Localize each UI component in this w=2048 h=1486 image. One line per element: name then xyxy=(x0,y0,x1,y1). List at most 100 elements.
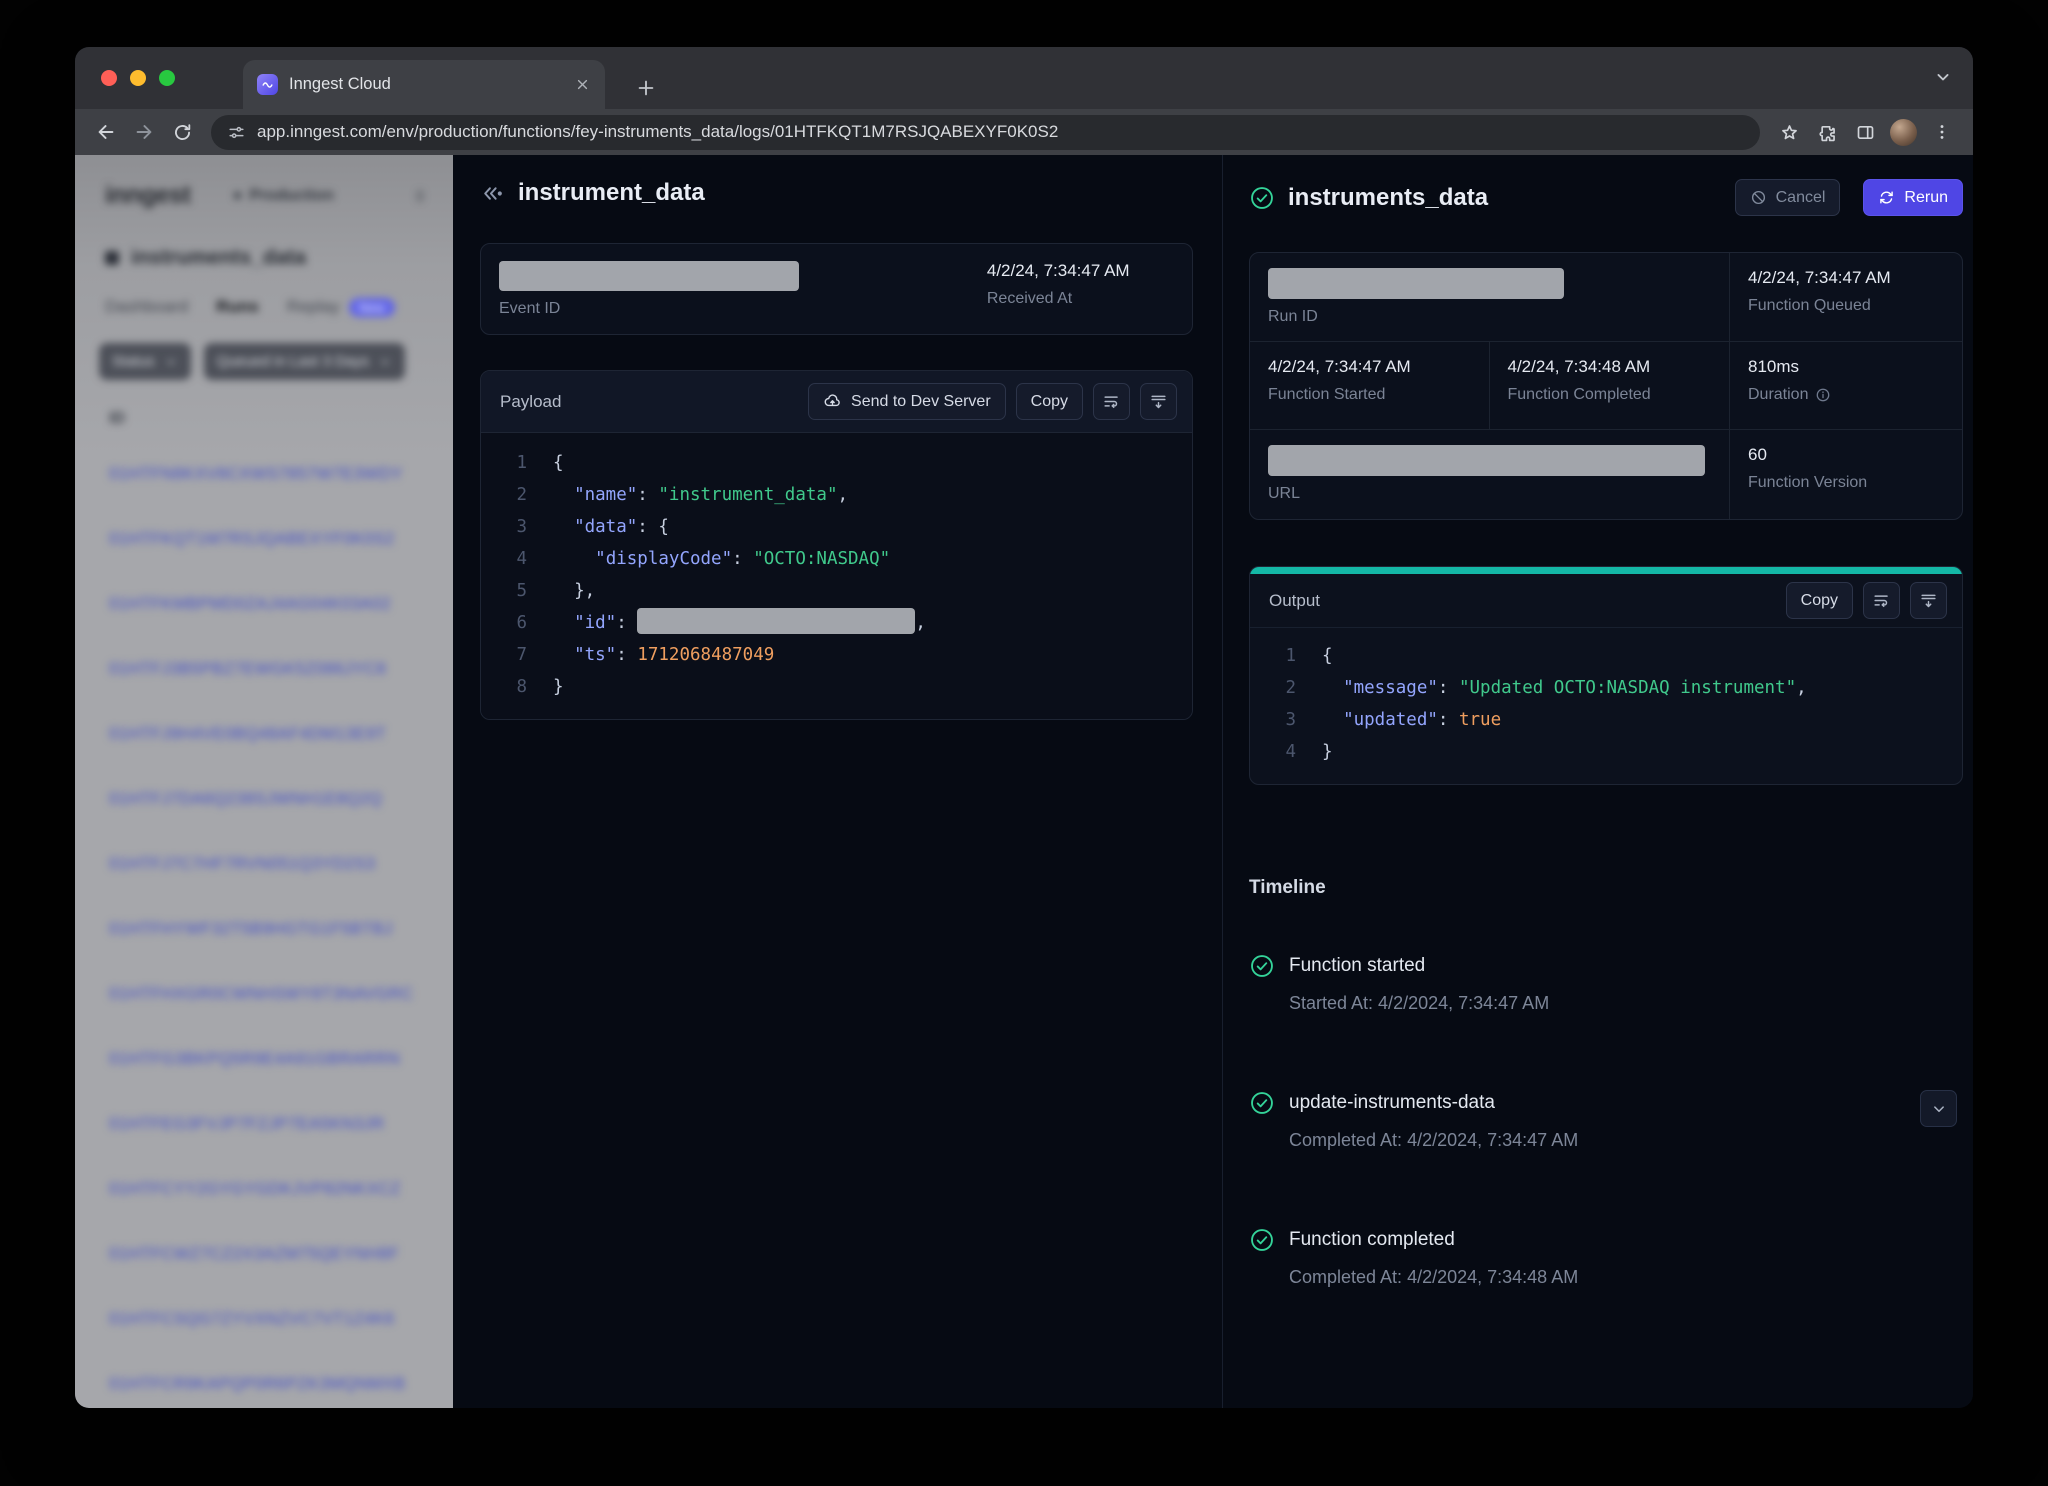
function-icon xyxy=(105,251,119,265)
updown-caret-icon[interactable] xyxy=(411,187,429,205)
inngest-app: inngest Production instruments_data xyxy=(75,155,1973,1408)
run-id-text: 01HTFCWZ7CZ2X3AZM75QEYNH8F xyxy=(109,1245,399,1264)
wrap-lines-button[interactable] xyxy=(1093,383,1130,420)
payload-card: Payload Send to Dev Server Copy xyxy=(480,370,1193,720)
info-icon[interactable] xyxy=(1815,387,1831,403)
new-tab-icon[interactable] xyxy=(635,77,657,99)
tab-title: Inngest Cloud xyxy=(289,75,563,94)
tab-search-chevron-icon[interactable] xyxy=(1933,67,1953,87)
run-list-item[interactable]: 01HTFN8KXV8CXWS7857W7E3WDY xyxy=(109,442,453,507)
status-filter-dropdown[interactable]: Status xyxy=(99,343,191,380)
run-list-item[interactable]: 01HTFCSQG7ZYVXNZVC7VT1Z4K6 xyxy=(109,1287,453,1352)
duration-value: 810ms xyxy=(1748,357,1944,377)
payload-copy-button[interactable]: Copy xyxy=(1016,383,1083,420)
rerun-refresh-icon xyxy=(1878,189,1895,206)
run-id-cell: Run ID xyxy=(1250,253,1730,342)
function-version-cell: 60 Function Version xyxy=(1730,430,1962,519)
payload-copy-label: Copy xyxy=(1031,393,1068,411)
url-bar[interactable]: app.inngest.com/env/production/functions… xyxy=(211,115,1760,150)
url-text: app.inngest.com/env/production/functions… xyxy=(257,122,1058,142)
function-completed-value: 4/2/24, 7:34:48 AM xyxy=(1508,357,1712,377)
run-id-text: 01HTFJ7C7HF7RVN051Q3YD2S3 xyxy=(109,855,375,874)
browser-tab[interactable]: Inngest Cloud xyxy=(243,60,605,109)
run-panel: instruments_data Cancel Rerun xyxy=(1223,155,1973,1408)
run-id-list: 01HTFN8KXV8CXWS7857W7E3WDY 01HTFKQT1M7RS… xyxy=(75,428,453,1408)
timeline-item-title: Function completed xyxy=(1289,1229,1455,1251)
check-circle-icon xyxy=(1249,953,1275,979)
environment-selector[interactable]: Production xyxy=(234,187,333,205)
menu-kebab-icon[interactable] xyxy=(1923,113,1961,151)
sidebar-tab-runs[interactable]: Runs xyxy=(216,297,259,317)
inngest-logo: inngest xyxy=(105,181,190,210)
run-list-item[interactable]: 01HTFJ9H4VE0BQ48AF4DM13E9T xyxy=(109,702,453,767)
duration-cell: 810ms Duration xyxy=(1730,342,1962,431)
output-scroll-to-bottom-button[interactable] xyxy=(1910,582,1947,619)
run-id-text: 01HTFJ9H4VE0BQ48AF4DM13E9T xyxy=(109,725,386,744)
sidebar-tab-replay[interactable]: ReplayNew xyxy=(287,297,395,317)
bookmark-star-icon[interactable] xyxy=(1770,113,1808,151)
run-list-item[interactable]: 01HTFKMBPMD0ZAJ4AG04K03A02 xyxy=(109,572,453,637)
run-list-item[interactable]: 01HTFEG3FVJP7FZJP7EA5KN3JR xyxy=(109,1092,453,1157)
function-queued-label: Function Queued xyxy=(1748,297,1944,315)
timeline-item-update-instruments-data: update-instruments-data Completed At: 4/… xyxy=(1249,1090,1963,1151)
tab-close-icon[interactable] xyxy=(574,76,591,93)
profile-avatar[interactable] xyxy=(1890,119,1917,146)
run-list-item[interactable]: 01HTFHXGR0CWNHSWY8T3NAVGRC xyxy=(109,962,453,1027)
run-details-card: Run ID 4/2/24, 7:34:47 AM Function Queue… xyxy=(1249,252,1963,520)
scroll-to-bottom-button[interactable] xyxy=(1140,383,1177,420)
check-circle-icon xyxy=(1249,1090,1275,1116)
run-list-item[interactable]: 01HTFJ7C7HF7RVN051Q3YD2S3 xyxy=(109,832,453,897)
run-list-item[interactable]: 01HTFCR9KAPQP0R6PZK3MQNMXB xyxy=(109,1352,453,1408)
run-list-item[interactable]: 01HTFKQT1M7RSJQABEXYF0K0S2 xyxy=(109,507,453,572)
payload-header: Payload Send to Dev Server Copy xyxy=(481,371,1192,433)
rerun-label: Rerun xyxy=(1904,189,1948,207)
traffic-minimize-icon[interactable] xyxy=(130,70,146,86)
run-id-text: 01HTFHYWF32T5B9HGTG1F5BTBJ xyxy=(109,920,393,939)
sidebar-blurred-content: inngest Production instruments_data xyxy=(75,155,453,1408)
timeline-heading: Timeline xyxy=(1249,877,1963,899)
function-completed-label: Function Completed xyxy=(1508,386,1712,404)
timeline-expand-button[interactable] xyxy=(1920,1090,1957,1127)
forward-icon[interactable] xyxy=(125,113,163,151)
id-column-header: ID xyxy=(75,380,453,428)
run-title: instruments_data xyxy=(1288,184,1722,212)
received-at-label: Received At xyxy=(987,290,1192,308)
run-id-text: 01HTFHXGR0CWNHSWY8T3NAVGRC xyxy=(109,985,413,1004)
run-id-text: 01HTFN8KXV8CXWS7857W7E3WDY xyxy=(109,465,403,484)
reload-icon[interactable] xyxy=(163,113,201,151)
output-title: Output xyxy=(1269,591,1320,611)
date-range-filter-dropdown[interactable]: Queued in Last 3 Days xyxy=(204,343,406,380)
run-list-item[interactable]: 01HTFCWZ7CZ2X3AZM75QEYNH8F xyxy=(109,1222,453,1287)
rerun-button[interactable]: Rerun xyxy=(1863,179,1963,216)
output-success-accent xyxy=(1250,567,1962,574)
extensions-icon[interactable] xyxy=(1808,113,1846,151)
function-started-label: Function Started xyxy=(1268,386,1471,404)
output-copy-button[interactable]: Copy xyxy=(1786,582,1853,619)
run-list-item[interactable]: 01HTFG3BKPQ5R9E4A91GBRARRN xyxy=(109,1027,453,1092)
traffic-zoom-icon[interactable] xyxy=(159,70,175,86)
output-wrap-lines-button[interactable] xyxy=(1863,582,1900,619)
traffic-close-icon[interactable] xyxy=(101,70,117,86)
timeline-item-subtitle: Completed At: 4/2/2024, 7:34:47 AM xyxy=(1289,1130,1909,1151)
duration-label: Duration xyxy=(1748,386,1808,404)
run-list-item[interactable]: 01HTFHYWF32T5B9HGTG1F5BTBJ xyxy=(109,897,453,962)
send-to-dev-server-button[interactable]: Send to Dev Server xyxy=(808,383,1006,420)
scroll-to-bottom-icon xyxy=(1149,392,1168,411)
run-list-item[interactable]: 01HTFJ7DA6Q238SJWNH1E8Q2Q xyxy=(109,767,453,832)
cancel-button[interactable]: Cancel xyxy=(1735,179,1841,216)
run-list-item[interactable]: 01HTFJ3B5PBZ7EWGK5Z086JYC8 xyxy=(109,637,453,702)
side-panel-icon[interactable] xyxy=(1846,113,1884,151)
function-started-value: 4/2/24, 7:34:47 AM xyxy=(1268,357,1471,377)
function-version-value: 60 xyxy=(1748,445,1944,465)
site-info-icon[interactable] xyxy=(227,123,246,142)
event-icon xyxy=(480,181,505,206)
run-id-text: 01HTFG3BKPQ5R9E4A91GBRARRN xyxy=(109,1050,400,1069)
chevron-down-icon xyxy=(1930,1100,1948,1118)
browser-toolbar: app.inngest.com/env/production/functions… xyxy=(75,109,1973,155)
run-id-text: 01HTFCR9KAPQP0R6PZK3MQNMXB xyxy=(109,1375,405,1394)
back-icon[interactable] xyxy=(87,113,125,151)
function-started-cell: 4/2/24, 7:34:47 AM Function Started xyxy=(1250,342,1490,430)
sidebar-tab-dashboard[interactable]: Dashboard xyxy=(105,297,188,317)
replay-label: Replay xyxy=(287,297,340,316)
run-list-item[interactable]: 01HTFCYY2GYGYGDKJVP82NKXCZ xyxy=(109,1157,453,1222)
